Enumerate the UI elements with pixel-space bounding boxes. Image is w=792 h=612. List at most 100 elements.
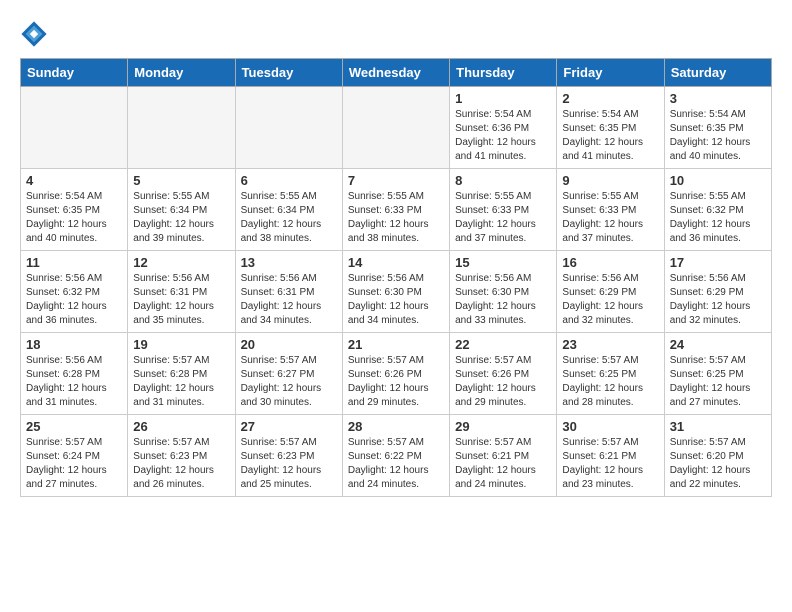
calendar-cell xyxy=(128,87,235,169)
calendar-cell: 27 Sunrise: 5:57 AM Sunset: 6:23 PM Dayli… xyxy=(235,415,342,497)
calendar-cell: 13 Sunrise: 5:56 AM Sunset: 6:31 PM Dayli… xyxy=(235,251,342,333)
calendar-cell xyxy=(21,87,128,169)
day-info: Sunrise: 5:56 AM Sunset: 6:30 PM Dayligh… xyxy=(455,272,551,328)
day-info: Sunrise: 5:57 AM Sunset: 6:23 PM Dayligh… xyxy=(241,436,337,492)
day-info: Sunrise: 5:54 AM Sunset: 6:35 PM Dayligh… xyxy=(562,108,658,164)
calendar-cell: 30Sunrise: 5:57 AM Sunset: 6:21 PM Dayli… xyxy=(557,415,664,497)
day-number: 3 xyxy=(670,91,766,106)
day-number: 12 xyxy=(133,255,229,270)
calendar-cell: 3 Sunrise: 5:54 AM Sunset: 6:35 PM Daylig… xyxy=(664,87,771,169)
day-info: Sunrise: 5:54 AM Sunset: 6:35 PM Dayligh… xyxy=(26,190,122,246)
day-number: 7 xyxy=(348,173,444,188)
day-number: 16 xyxy=(562,255,658,270)
weekday-header-monday: Monday xyxy=(128,59,235,87)
calendar-cell: 20 Sunrise: 5:57 AM Sunset: 6:27 PM Dayli… xyxy=(235,333,342,415)
calendar-week-row: 18 Sunrise: 5:56 AM Sunset: 6:28 PM Dayli… xyxy=(21,333,772,415)
weekday-header-tuesday: Tuesday xyxy=(235,59,342,87)
day-number: 13 xyxy=(241,255,337,270)
day-info: Sunrise: 5:56 AM Sunset: 6:29 PM Dayligh… xyxy=(562,272,658,328)
day-info: Sunrise: 5:57 AM Sunset: 6:20 PM Dayligh… xyxy=(670,436,766,492)
calendar-cell: 2 Sunrise: 5:54 AM Sunset: 6:35 PM Daylig… xyxy=(557,87,664,169)
day-number: 18 xyxy=(26,337,122,352)
weekday-header-wednesday: Wednesday xyxy=(342,59,449,87)
day-number: 28 xyxy=(348,419,444,434)
calendar-week-row: 25 Sunrise: 5:57 AM Sunset: 6:24 PM Dayli… xyxy=(21,415,772,497)
day-number: 31 xyxy=(670,419,766,434)
day-info: Sunrise: 5:54 AM Sunset: 6:36 PM Dayligh… xyxy=(455,108,551,164)
day-number: 27 xyxy=(241,419,337,434)
day-number: 30 xyxy=(562,419,658,434)
day-number: 23 xyxy=(562,337,658,352)
calendar-cell: 19Sunrise: 5:57 AM Sunset: 6:28 PM Dayli… xyxy=(128,333,235,415)
day-info: Sunrise: 5:56 AM Sunset: 6:31 PM Dayligh… xyxy=(241,272,337,328)
day-number: 5 xyxy=(133,173,229,188)
day-number: 20 xyxy=(241,337,337,352)
day-number: 6 xyxy=(241,173,337,188)
calendar-cell: 4 Sunrise: 5:54 AM Sunset: 6:35 PM Daylig… xyxy=(21,169,128,251)
weekday-header-row: SundayMondayTuesdayWednesdayThursdayFrid… xyxy=(21,59,772,87)
day-number: 22 xyxy=(455,337,551,352)
weekday-header-sunday: Sunday xyxy=(21,59,128,87)
day-info: Sunrise: 5:57 AM Sunset: 6:27 PM Dayligh… xyxy=(241,354,337,410)
day-info: Sunrise: 5:57 AM Sunset: 6:25 PM Dayligh… xyxy=(562,354,658,410)
calendar-cell: 16 Sunrise: 5:56 AM Sunset: 6:29 PM Dayli… xyxy=(557,251,664,333)
calendar-cell: 24 Sunrise: 5:57 AM Sunset: 6:25 PM Dayli… xyxy=(664,333,771,415)
day-info: Sunrise: 5:55 AM Sunset: 6:34 PM Dayligh… xyxy=(241,190,337,246)
calendar-cell: 17Sunrise: 5:56 AM Sunset: 6:29 PM Dayli… xyxy=(664,251,771,333)
day-info: Sunrise: 5:55 AM Sunset: 6:33 PM Dayligh… xyxy=(455,190,551,246)
day-info: Sunrise: 5:55 AM Sunset: 6:34 PM Dayligh… xyxy=(133,190,229,246)
day-number: 25 xyxy=(26,419,122,434)
calendar-cell: 25 Sunrise: 5:57 AM Sunset: 6:24 PM Dayli… xyxy=(21,415,128,497)
calendar-cell: 23 Sunrise: 5:57 AM Sunset: 6:25 PM Dayli… xyxy=(557,333,664,415)
calendar-cell xyxy=(342,87,449,169)
calendar-cell: 26Sunrise: 5:57 AM Sunset: 6:23 PM Dayli… xyxy=(128,415,235,497)
calendar-cell xyxy=(235,87,342,169)
day-number: 11 xyxy=(26,255,122,270)
calendar-cell: 6 Sunrise: 5:55 AM Sunset: 6:34 PM Daylig… xyxy=(235,169,342,251)
calendar-cell: 15Sunrise: 5:56 AM Sunset: 6:30 PM Dayli… xyxy=(450,251,557,333)
day-info: Sunrise: 5:56 AM Sunset: 6:30 PM Dayligh… xyxy=(348,272,444,328)
day-info: Sunrise: 5:56 AM Sunset: 6:31 PM Dayligh… xyxy=(133,272,229,328)
day-info: Sunrise: 5:57 AM Sunset: 6:26 PM Dayligh… xyxy=(455,354,551,410)
calendar-cell: 12 Sunrise: 5:56 AM Sunset: 6:31 PM Dayli… xyxy=(128,251,235,333)
day-number: 8 xyxy=(455,173,551,188)
logo xyxy=(20,20,52,48)
calendar-week-row: 4 Sunrise: 5:54 AM Sunset: 6:35 PM Daylig… xyxy=(21,169,772,251)
calendar-cell: 9 Sunrise: 5:55 AM Sunset: 6:33 PM Daylig… xyxy=(557,169,664,251)
day-number: 10 xyxy=(670,173,766,188)
day-number: 17 xyxy=(670,255,766,270)
calendar-cell: 10 Sunrise: 5:55 AM Sunset: 6:32 PM Dayli… xyxy=(664,169,771,251)
day-number: 9 xyxy=(562,173,658,188)
calendar-cell: 14Sunrise: 5:56 AM Sunset: 6:30 PM Dayli… xyxy=(342,251,449,333)
calendar-cell: 22 Sunrise: 5:57 AM Sunset: 6:26 PM Dayli… xyxy=(450,333,557,415)
weekday-header-saturday: Saturday xyxy=(664,59,771,87)
calendar-cell: 11 Sunrise: 5:56 AM Sunset: 6:32 PM Dayli… xyxy=(21,251,128,333)
day-number: 2 xyxy=(562,91,658,106)
calendar-cell: 29 Sunrise: 5:57 AM Sunset: 6:21 PM Dayli… xyxy=(450,415,557,497)
calendar-cell: 31 Sunrise: 5:57 AM Sunset: 6:20 PM Dayli… xyxy=(664,415,771,497)
day-info: Sunrise: 5:57 AM Sunset: 6:23 PM Dayligh… xyxy=(133,436,229,492)
day-info: Sunrise: 5:57 AM Sunset: 6:24 PM Dayligh… xyxy=(26,436,122,492)
weekday-header-friday: Friday xyxy=(557,59,664,87)
day-number: 29 xyxy=(455,419,551,434)
day-info: Sunrise: 5:56 AM Sunset: 6:28 PM Dayligh… xyxy=(26,354,122,410)
day-number: 24 xyxy=(670,337,766,352)
day-number: 19 xyxy=(133,337,229,352)
logo-icon xyxy=(20,20,48,48)
day-info: Sunrise: 5:55 AM Sunset: 6:33 PM Dayligh… xyxy=(348,190,444,246)
day-info: Sunrise: 5:55 AM Sunset: 6:33 PM Dayligh… xyxy=(562,190,658,246)
day-number: 4 xyxy=(26,173,122,188)
day-info: Sunrise: 5:55 AM Sunset: 6:32 PM Dayligh… xyxy=(670,190,766,246)
calendar-cell: 8 Sunrise: 5:55 AM Sunset: 6:33 PM Daylig… xyxy=(450,169,557,251)
day-info: Sunrise: 5:57 AM Sunset: 6:25 PM Dayligh… xyxy=(670,354,766,410)
calendar-cell: 5 Sunrise: 5:55 AM Sunset: 6:34 PM Daylig… xyxy=(128,169,235,251)
day-info: Sunrise: 5:54 AM Sunset: 6:35 PM Dayligh… xyxy=(670,108,766,164)
calendar-table: SundayMondayTuesdayWednesdayThursdayFrid… xyxy=(20,58,772,497)
calendar-week-row: 11 Sunrise: 5:56 AM Sunset: 6:32 PM Dayli… xyxy=(21,251,772,333)
day-info: Sunrise: 5:56 AM Sunset: 6:32 PM Dayligh… xyxy=(26,272,122,328)
day-info: Sunrise: 5:57 AM Sunset: 6:21 PM Dayligh… xyxy=(455,436,551,492)
day-info: Sunrise: 5:57 AM Sunset: 6:26 PM Dayligh… xyxy=(348,354,444,410)
day-number: 1 xyxy=(455,91,551,106)
calendar-cell: 18 Sunrise: 5:56 AM Sunset: 6:28 PM Dayli… xyxy=(21,333,128,415)
calendar-cell: 28Sunrise: 5:57 AM Sunset: 6:22 PM Dayli… xyxy=(342,415,449,497)
